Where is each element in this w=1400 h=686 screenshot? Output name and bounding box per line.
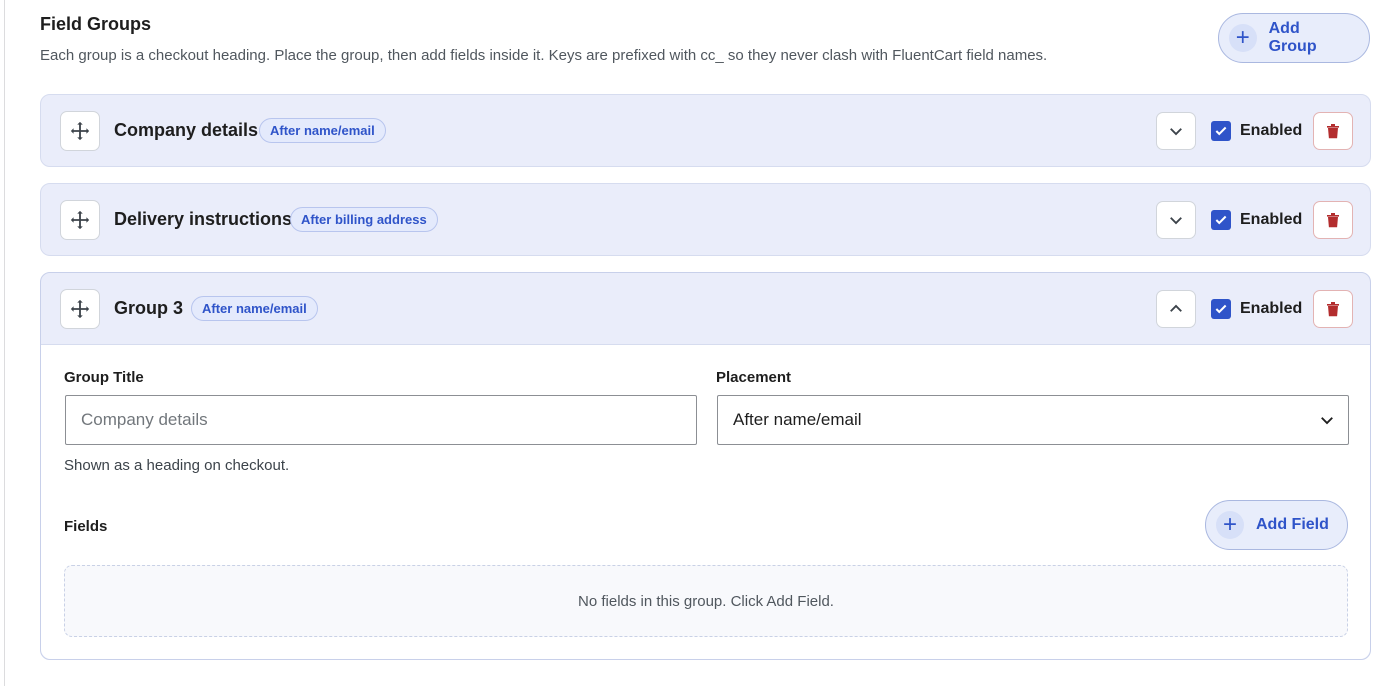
enabled-toggle: Enabled [1211, 209, 1303, 230]
expand-toggle-button[interactable] [1156, 200, 1196, 239]
section-description: Each group is a checkout heading. Place … [40, 47, 1048, 64]
group-card: Company details After name/email Enabled [40, 94, 1371, 167]
placement-badge: After billing address [290, 207, 438, 232]
move-arrows-icon [70, 121, 90, 140]
add-field-label: Add Field [1256, 516, 1329, 533]
add-group-button[interactable]: + Add Group [1218, 13, 1370, 63]
chevron-down-icon [1170, 127, 1182, 135]
placement-badge: After name/email [259, 118, 386, 143]
section-title: Field Groups [40, 14, 152, 34]
empty-fields-message: No fields in this group. Click Add Field… [578, 592, 834, 610]
placement-label: Placement [716, 369, 792, 386]
enabled-label: Enabled [1240, 299, 1303, 317]
plus-icon: + [1229, 24, 1257, 52]
page-left-border [4, 0, 5, 686]
delete-group-button[interactable] [1313, 111, 1353, 150]
group-name: Delivery instructions [114, 209, 293, 229]
empty-fields-placeholder: No fields in this group. Click Add Field… [64, 565, 1348, 637]
group-name: Group 3 [114, 298, 184, 318]
group-card-header: Delivery instructions After billing addr… [41, 184, 1370, 255]
drag-handle[interactable] [60, 199, 100, 240]
group-card: Delivery instructions After billing addr… [40, 183, 1371, 256]
chevron-down-icon [1321, 417, 1333, 425]
delete-group-button[interactable] [1313, 289, 1353, 328]
field-groups-header: Field Groups Each group is a checkout he… [40, 12, 1140, 66]
group-card-header: Group 3 After name/email Enabled [41, 273, 1370, 344]
group-card-expanded: Group 3 After name/email Enabled Group T… [40, 272, 1371, 660]
enabled-checkbox[interactable] [1211, 298, 1231, 319]
expand-toggle-button[interactable] [1156, 111, 1196, 150]
group-card-header: Company details After name/email Enabled [41, 95, 1370, 166]
drag-handle[interactable] [60, 110, 100, 151]
move-arrows-icon [70, 210, 90, 229]
group-title-input[interactable] [65, 395, 697, 445]
fields-label: Fields [64, 518, 108, 535]
trash-icon [1327, 301, 1339, 316]
group-name: Company details [114, 120, 259, 140]
checkmark-icon [1215, 126, 1227, 135]
enabled-label: Enabled [1240, 121, 1303, 139]
trash-icon [1327, 212, 1339, 227]
placement-badge: After name/email [191, 296, 318, 321]
enabled-toggle: Enabled [1211, 120, 1303, 141]
plus-icon: + [1216, 511, 1244, 539]
add-group-label: Add Group [1268, 20, 1317, 55]
collapse-toggle-button[interactable] [1156, 289, 1196, 328]
enabled-toggle: Enabled [1211, 298, 1303, 319]
group-title-help: Shown as a heading on checkout. [64, 457, 290, 474]
enabled-label: Enabled [1240, 210, 1303, 228]
add-field-button[interactable]: + Add Field [1205, 500, 1348, 550]
chevron-down-icon [1170, 216, 1182, 224]
drag-handle[interactable] [60, 288, 100, 329]
checkmark-icon [1215, 304, 1227, 313]
chevron-up-icon [1170, 304, 1182, 312]
trash-icon [1327, 123, 1339, 138]
placement-select[interactable]: After name/email [717, 395, 1349, 445]
delete-group-button[interactable] [1313, 200, 1353, 239]
enabled-checkbox[interactable] [1211, 209, 1231, 230]
placement-selected-value: After name/email [733, 410, 862, 429]
move-arrows-icon [70, 299, 90, 318]
group-editor: Group Title Shown as a heading on checko… [41, 344, 1370, 659]
enabled-checkbox[interactable] [1211, 120, 1231, 141]
group-title-label: Group Title [64, 369, 144, 386]
checkmark-icon [1215, 215, 1227, 224]
